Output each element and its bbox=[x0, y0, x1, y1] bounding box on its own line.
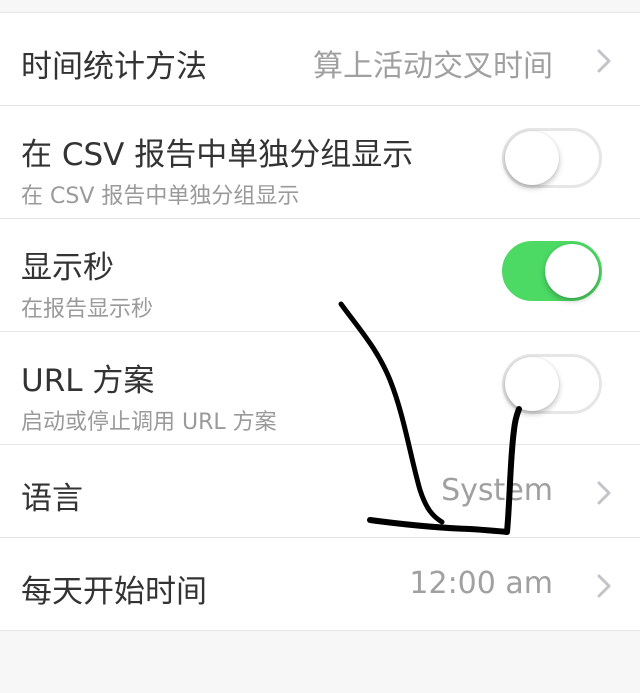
toggle-knob bbox=[545, 244, 599, 298]
toggle-knob bbox=[505, 131, 559, 185]
time-stat-value: 算上活动交叉时间 bbox=[313, 49, 553, 84]
show-seconds-toggle[interactable] bbox=[502, 241, 602, 301]
settings-screen: 时间统计方法 算上活动交叉时间 在 CSV 报告中单独分组显示 在 CSV 报告… bbox=[0, 0, 640, 693]
show-seconds-row: 显示秒 在报告显示秒 bbox=[0, 219, 640, 332]
toggle-knob bbox=[505, 357, 559, 411]
time-stat-title: 时间统计方法 bbox=[21, 49, 207, 85]
url-scheme-row: URL 方案 启动或停止调用 URL 方案 bbox=[0, 332, 640, 445]
language-value: System bbox=[441, 473, 553, 508]
url-scheme-toggle[interactable] bbox=[502, 354, 602, 414]
day-start-title: 每天开始时间 bbox=[21, 574, 207, 610]
show-seconds-title: 显示秒 bbox=[21, 250, 114, 286]
day-start-value: 12:00 am bbox=[409, 566, 553, 601]
csv-group-title: 在 CSV 报告中单独分组显示 bbox=[21, 137, 414, 173]
chevron-right-icon bbox=[597, 49, 611, 73]
chevron-right-icon bbox=[597, 574, 611, 598]
chevron-right-icon bbox=[597, 481, 611, 505]
language-row[interactable]: 语言 System bbox=[0, 445, 640, 538]
csv-group-toggle[interactable] bbox=[502, 128, 602, 188]
show-seconds-subtitle: 在报告显示秒 bbox=[21, 297, 154, 322]
url-scheme-title: URL 方案 bbox=[21, 363, 155, 399]
csv-group-subtitle: 在 CSV 报告中单独分组显示 bbox=[21, 184, 300, 209]
language-title: 语言 bbox=[21, 481, 83, 517]
day-start-row[interactable]: 每天开始时间 12:00 am bbox=[0, 538, 640, 631]
url-scheme-subtitle: 启动或停止调用 URL 方案 bbox=[21, 410, 277, 435]
csv-group-row: 在 CSV 报告中单独分组显示 在 CSV 报告中单独分组显示 bbox=[0, 106, 640, 219]
time-stat-row[interactable]: 时间统计方法 算上活动交叉时间 bbox=[0, 13, 640, 106]
settings-list: 时间统计方法 算上活动交叉时间 在 CSV 报告中单独分组显示 在 CSV 报告… bbox=[0, 13, 640, 631]
